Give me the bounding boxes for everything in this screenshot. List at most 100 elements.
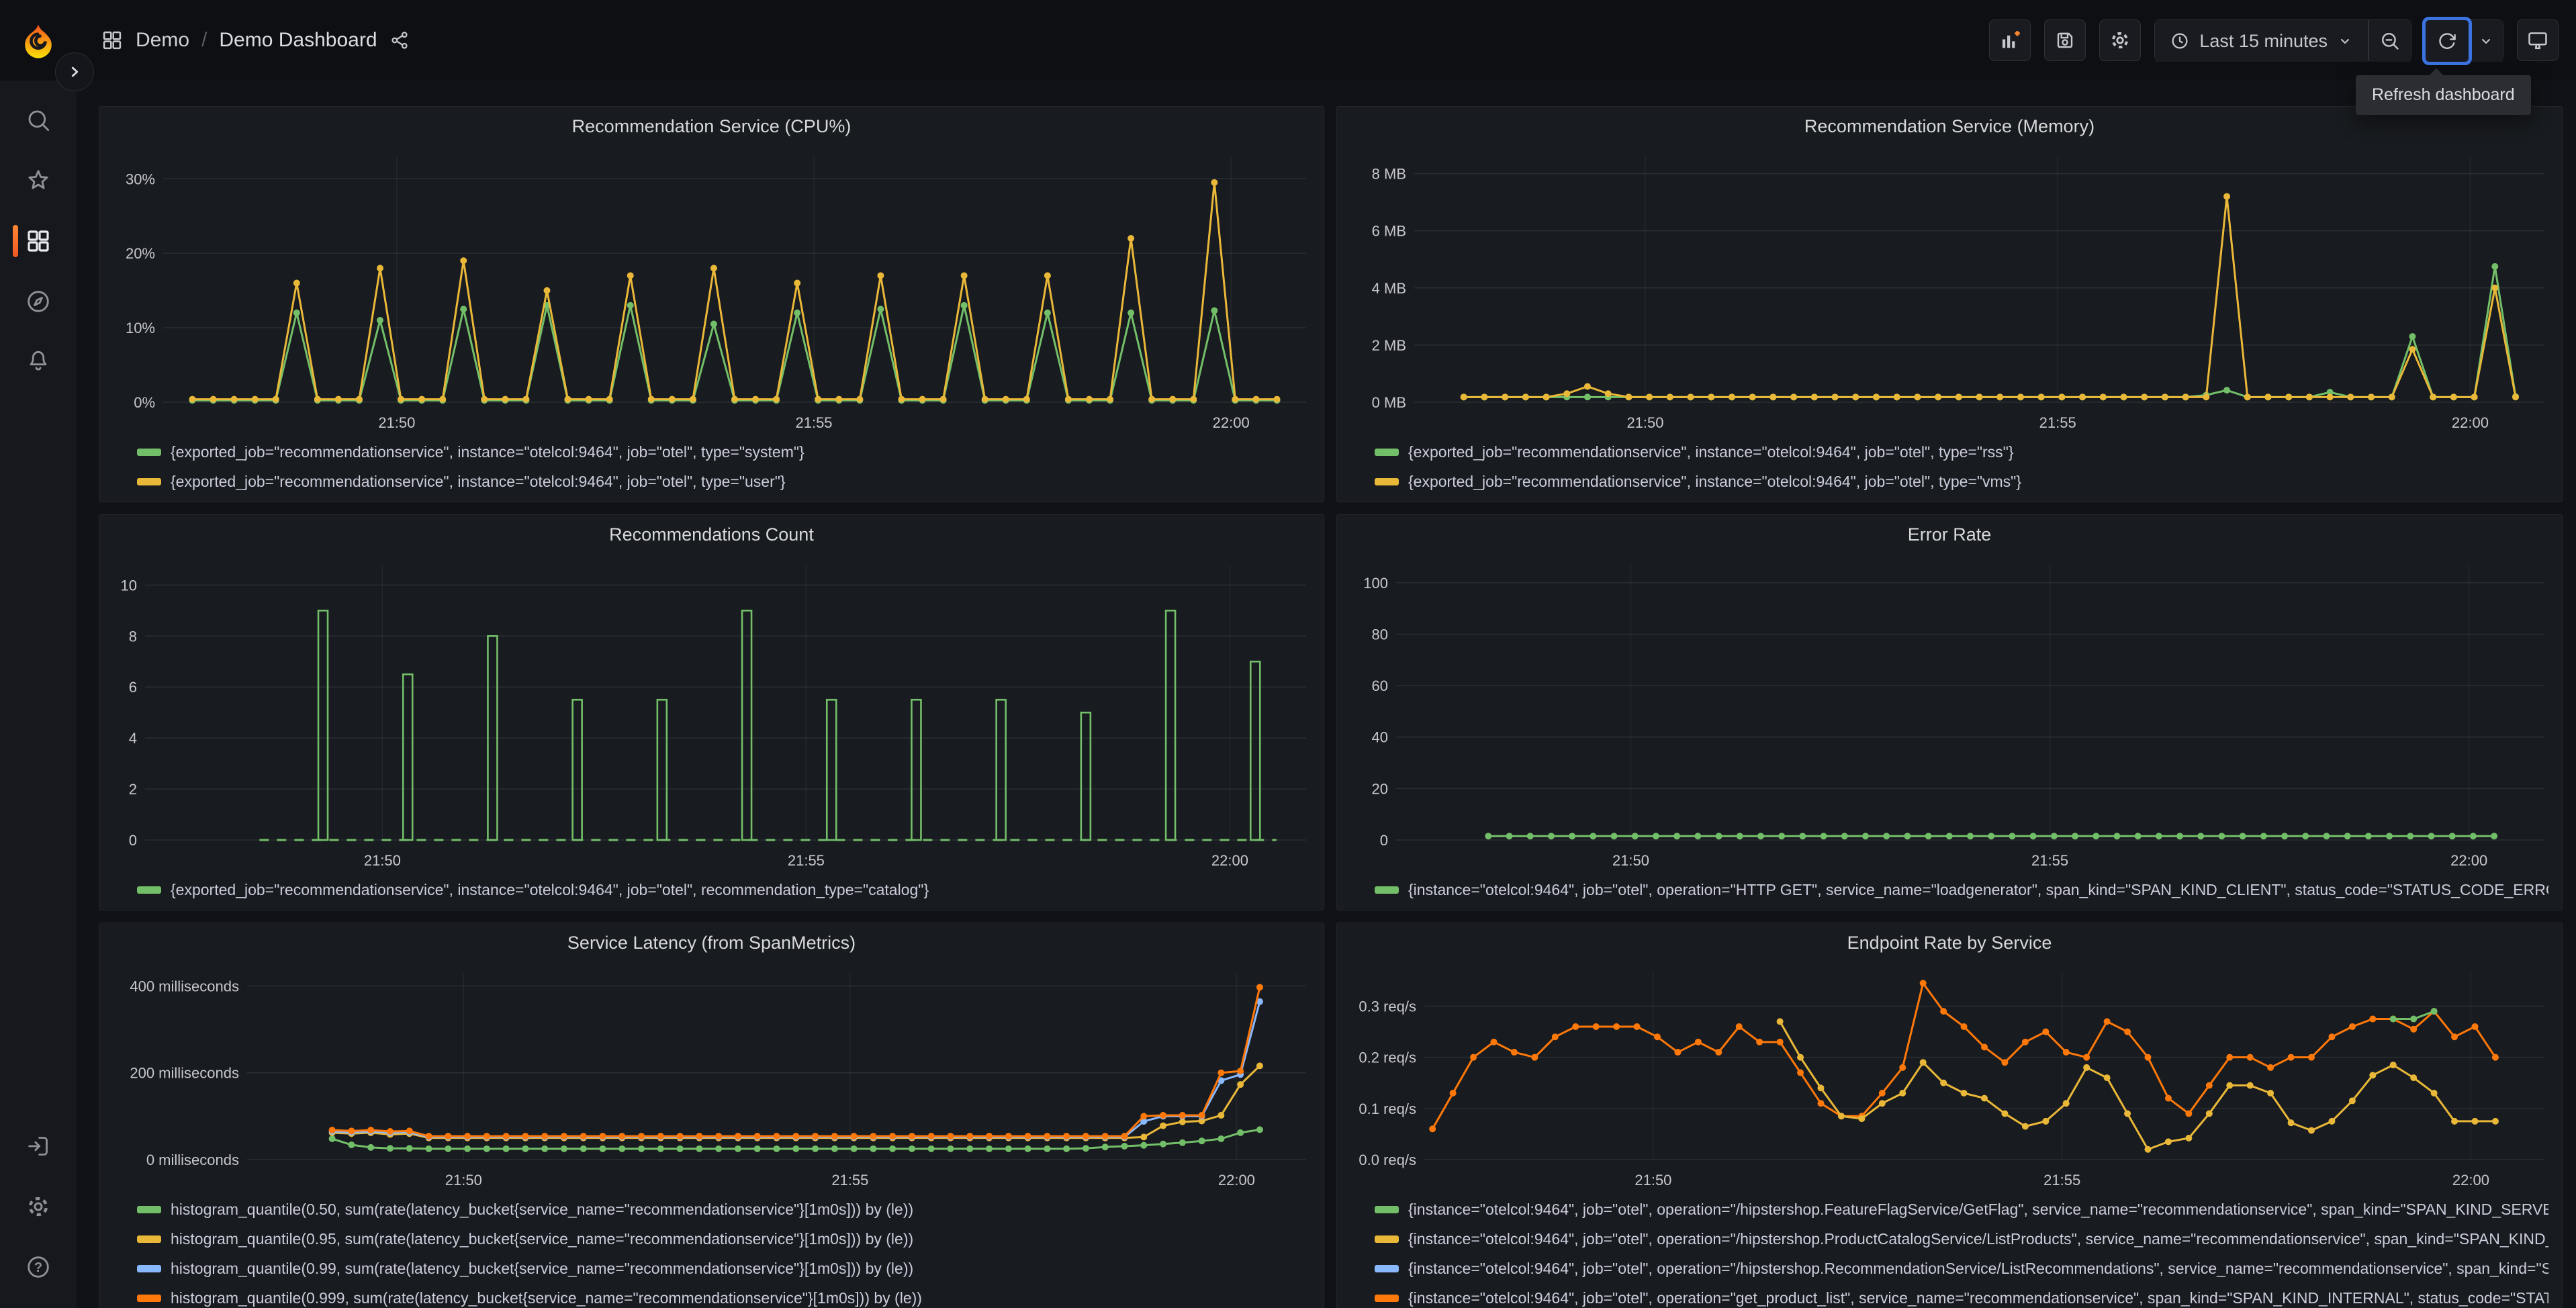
panel-title[interactable]: Error Rate: [1337, 515, 2562, 554]
legend-item[interactable]: {instance="otelcol:9464", job="otel", op…: [1375, 1195, 2548, 1224]
panel-title[interactable]: Service Latency (from SpanMetrics): [99, 923, 1324, 962]
breadcrumb-page-title[interactable]: Demo Dashboard: [219, 29, 377, 52]
legend-item[interactable]: {exported_job="recommendationservice", i…: [137, 437, 1310, 467]
compass-icon: [28, 291, 49, 312]
svg-text:22:00: 22:00: [1213, 414, 1250, 431]
panel-legend: histogram_quantile(0.50, sum(rate(latenc…: [99, 1193, 1324, 1308]
endpoint-rate-chart[interactable]: 21:50 21:55 22:00 0.0 req/s 0.1 req/s 0.2 req…: [1337, 962, 2562, 1193]
svg-text:200 milliseconds: 200 milliseconds: [130, 1065, 239, 1082]
svg-text:21:50: 21:50: [445, 1172, 482, 1188]
legend-item[interactable]: histogram_quantile(0.95, sum(rate(latenc…: [137, 1224, 1310, 1254]
panel-cpu: Recommendation Service (CPU%) 21:50 21:55…: [99, 106, 1324, 502]
legend-swatch: [1375, 477, 1399, 485]
legend-item[interactable]: {instance="otelcol:9464", job="otel", op…: [1375, 875, 2548, 904]
legend-item[interactable]: {instance="otelcol:9464", job="otel", op…: [1375, 1224, 2548, 1254]
sidebar-item-preferences[interactable]: [0, 1176, 77, 1237]
legend-swatch: [1375, 1264, 1399, 1272]
legend-label: histogram_quantile(0.95, sum(rate(latenc…: [171, 1229, 914, 1248]
svg-text:80: 80: [1372, 626, 1388, 643]
legend-item[interactable]: {instance="otelcol:9464", job="otel", op…: [1375, 1254, 2548, 1283]
bell-icon: [30, 351, 47, 371]
apps-icon: [28, 230, 49, 252]
svg-text:0%: 0%: [134, 394, 155, 411]
zoom-out-time-button[interactable]: [2368, 20, 2411, 62]
sidebar-expand-button[interactable]: [55, 52, 94, 91]
cpu-chart[interactable]: 21:50 21:55 22:00 0% 10% 20% 30%: [99, 146, 1324, 436]
panel-title[interactable]: Recommendations Count: [99, 515, 1324, 554]
legend-swatch: [137, 886, 161, 894]
sidebar-item-help[interactable]: ?: [0, 1237, 77, 1297]
legend-label: {exported_job="recommendationservice", i…: [171, 442, 804, 461]
recommendations-count-chart[interactable]: 21:50 21:55 22:00 0 2 4 6 8 10: [99, 554, 1324, 874]
svg-text:0.3 req/s: 0.3 req/s: [1359, 998, 1416, 1015]
svg-text:0.1 req/s: 0.1 req/s: [1359, 1101, 1416, 1117]
svg-text:6 MB: 6 MB: [1372, 223, 1406, 240]
legend-item[interactable]: histogram_quantile(0.50, sum(rate(latenc…: [137, 1195, 1310, 1224]
legend-label: {exported_job="recommendationservice", i…: [1408, 442, 2014, 461]
legend-item[interactable]: {exported_job="recommendationservice", i…: [1375, 467, 2548, 496]
panel-legend: {exported_job="recommendationservice", i…: [1337, 436, 2562, 502]
legend-swatch: [137, 1294, 161, 1302]
legend-item[interactable]: {instance="otelcol:9464", job="otel", op…: [1375, 1283, 2548, 1308]
memory-chart[interactable]: 21:50 21:55 22:00 0 MB 2 MB 4 MB 6 MB 8 MB: [1337, 146, 2562, 436]
cycle-view-mode-button[interactable]: [2517, 19, 2559, 61]
sync-icon: [2438, 33, 2456, 49]
legend-swatch: [1375, 886, 1399, 894]
search-minus-icon: [2381, 33, 2399, 50]
share-icon[interactable]: [389, 30, 410, 50]
svg-text:?: ?: [34, 1260, 42, 1275]
refresh-dashboard-button[interactable]: [2422, 17, 2472, 65]
svg-text:0.2 req/s: 0.2 req/s: [1359, 1049, 1416, 1066]
legend-item[interactable]: {exported_job="recommendationservice", i…: [137, 467, 1310, 496]
sidebar-item-starred[interactable]: [0, 150, 77, 211]
legend-item[interactable]: histogram_quantile(0.999, sum(rate(laten…: [137, 1283, 1310, 1308]
legend-label: {instance="otelcol:9464", job="otel", op…: [1408, 1289, 2548, 1307]
sidebar-item-alerting[interactable]: [0, 332, 77, 392]
sidebar-item-dashboards[interactable]: [0, 211, 77, 271]
sidebar-item-search[interactable]: [0, 90, 77, 150]
svg-text:21:55: 21:55: [2039, 414, 2076, 431]
panel-legend: {instance="otelcol:9464", job="otel", op…: [1337, 1193, 2562, 1308]
svg-text:10: 10: [121, 577, 137, 594]
search-icon: [28, 110, 50, 132]
legend-label: histogram_quantile(0.999, sum(rate(laten…: [171, 1289, 922, 1307]
legend-swatch: [1375, 1235, 1399, 1243]
svg-text:100: 100: [1363, 575, 1388, 592]
legend-swatch: [137, 1264, 161, 1272]
sidebar-item-sign-in[interactable]: [0, 1116, 77, 1176]
bar-chart-add-icon: [2003, 31, 2021, 48]
svg-text:21:55: 21:55: [831, 1172, 868, 1188]
panel-title[interactable]: Endpoint Rate by Service: [1337, 923, 2562, 962]
grafana-logo[interactable]: [0, 22, 77, 58]
legend-item[interactable]: {exported_job="recommendationservice", i…: [137, 875, 1310, 904]
panel-title[interactable]: Recommendation Service (CPU%): [99, 107, 1324, 146]
panel-legend: {exported_job="recommendationservice", i…: [99, 436, 1324, 502]
breadcrumb: Demo / Demo Dashboard: [101, 29, 410, 52]
sidebar-item-explore[interactable]: [0, 271, 77, 332]
add-panel-button[interactable]: [1989, 19, 2031, 61]
legend-item[interactable]: histogram_quantile(0.99, sum(rate(latenc…: [137, 1254, 1310, 1283]
refresh-interval-dropdown[interactable]: [2469, 20, 2503, 62]
service-latency-chart[interactable]: 21:50 21:55 22:00 0 milliseconds 200 millise…: [99, 962, 1324, 1193]
svg-text:4: 4: [129, 730, 137, 747]
refresh-tooltip: Refresh dashboard: [2356, 68, 2531, 115]
top-nav-bar: Demo / Demo Dashboard Last 15 minutes: [0, 0, 2576, 81]
svg-text:8: 8: [129, 628, 137, 645]
svg-text:22:00: 22:00: [2450, 852, 2487, 869]
save-dashboard-button[interactable]: [2044, 19, 2086, 61]
legend-label: {instance="otelcol:9464", job="otel", op…: [1408, 1200, 2548, 1218]
svg-text:22:00: 22:00: [1211, 852, 1248, 869]
svg-text:21:55: 21:55: [788, 852, 825, 869]
error-rate-chart[interactable]: 21:50 21:55 22:00 0 20 40 60 80 100: [1337, 554, 2562, 874]
legend-swatch: [1375, 448, 1399, 456]
svg-text:0: 0: [1380, 832, 1388, 849]
legend-swatch: [1375, 1205, 1399, 1213]
question-circle-icon: ?: [28, 1256, 49, 1278]
sign-in-icon: [28, 1137, 48, 1156]
svg-text:21:50: 21:50: [378, 414, 415, 431]
legend-swatch: [137, 1205, 161, 1213]
dashboard-settings-button[interactable]: [2099, 19, 2142, 61]
legend-item[interactable]: {exported_job="recommendationservice", i…: [1375, 437, 2548, 467]
breadcrumb-section[interactable]: Demo: [136, 29, 189, 52]
time-range-picker[interactable]: Last 15 minutes: [2155, 20, 2368, 62]
